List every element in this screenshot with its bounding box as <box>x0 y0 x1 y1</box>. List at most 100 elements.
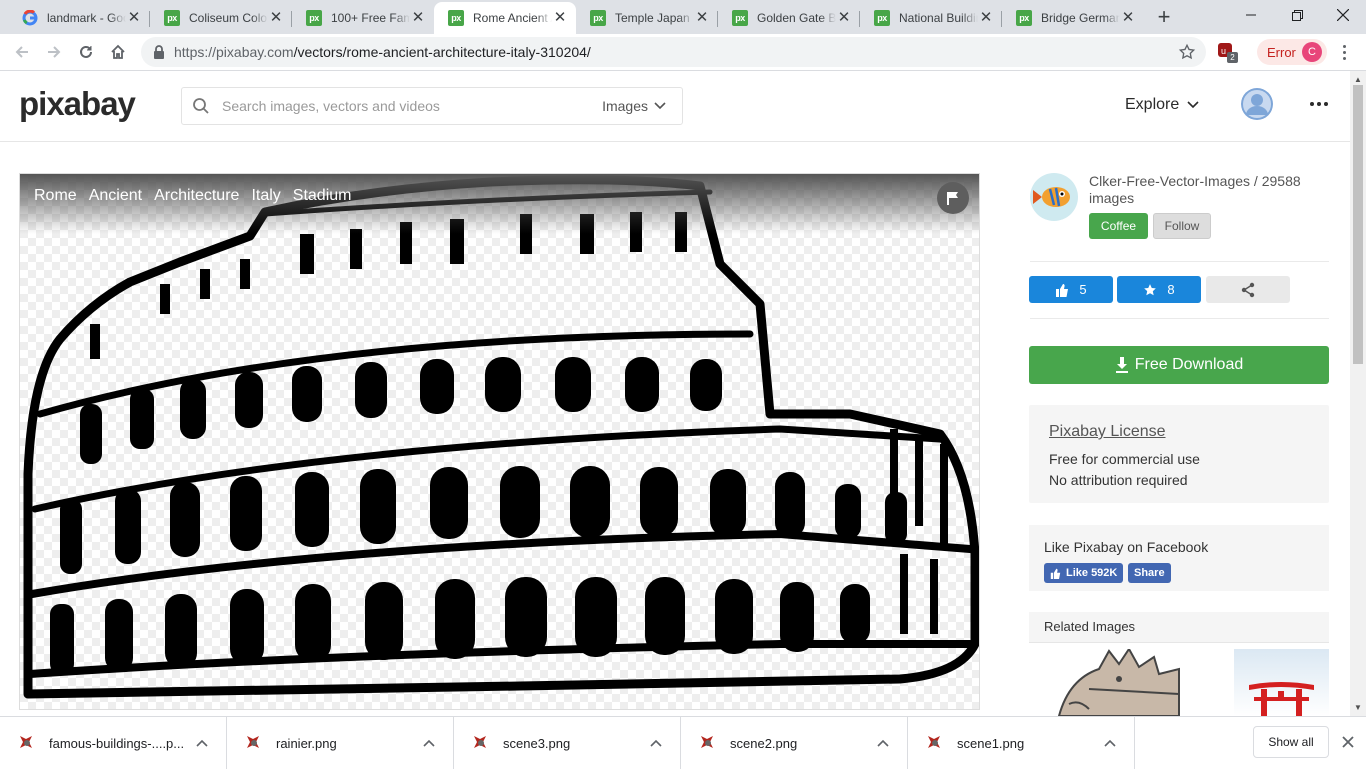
browser-tab[interactable]: px 100+ Free Famous ✕ <box>292 2 434 34</box>
browser-menu-icon[interactable] <box>1334 42 1354 62</box>
download-item[interactable]: scene2.png <box>681 717 908 769</box>
profile-error-button[interactable]: Error C <box>1257 39 1327 65</box>
related-title: Related Images <box>1044 619 1136 634</box>
close-tab-icon[interactable]: ✕ <box>126 10 142 26</box>
forward-icon[interactable] <box>42 40 66 64</box>
chevron-up-icon[interactable] <box>646 739 666 747</box>
related-image-thumbnail[interactable] <box>1234 649 1329 716</box>
pixabay-logo[interactable]: pixabay <box>19 85 136 123</box>
author-avatar[interactable] <box>1030 173 1078 221</box>
search-input[interactable] <box>222 96 582 116</box>
author-name[interactable]: Clker-Free-Vector-Images / 29588 images <box>1089 173 1329 207</box>
page-scrollbar[interactable]: ▲ ▼ <box>1350 71 1366 716</box>
scroll-down-icon[interactable]: ▼ <box>1354 703 1362 712</box>
explore-menu[interactable]: Explore <box>1125 96 1199 114</box>
close-tab-icon[interactable]: ✕ <box>978 10 994 26</box>
close-tab-icon[interactable]: ✕ <box>694 10 710 26</box>
scroll-up-icon[interactable]: ▲ <box>1354 75 1362 84</box>
pixabay-icon: px <box>732 10 748 26</box>
search-type-dropdown[interactable]: Images <box>602 98 666 114</box>
browser-tab[interactable]: px Coliseum Coloring ✕ <box>150 2 292 34</box>
download-shelf: famous-buildings-....p... rainier.png sc… <box>0 716 1366 769</box>
profile-status: Error <box>1267 44 1296 60</box>
tag-link[interactable]: Rome <box>34 187 77 205</box>
like-count: 5 <box>1079 282 1087 297</box>
google-icon <box>22 10 38 26</box>
follow-button[interactable]: Follow <box>1153 213 1211 239</box>
chevron-up-icon[interactable] <box>192 739 212 747</box>
tag-link[interactable]: Stadium <box>293 187 352 205</box>
facebook-share-button[interactable]: Share <box>1128 563 1171 583</box>
download-item[interactable]: scene3.png <box>454 717 681 769</box>
main-image[interactable]: Rome Ancient Architecture Italy Stadium <box>19 173 980 710</box>
browser-tab[interactable]: landmark - Google Search ✕ <box>8 2 150 34</box>
tag-link[interactable]: Ancient <box>89 187 142 205</box>
close-tab-icon[interactable]: ✕ <box>268 10 284 26</box>
bookmark-star-icon[interactable] <box>1178 43 1196 61</box>
image-file-icon <box>18 734 36 752</box>
share-button[interactable] <box>1206 276 1290 303</box>
download-item[interactable]: scene1.png <box>908 717 1135 769</box>
browser-tab[interactable]: px Bridge Germany ✕ <box>1002 2 1144 34</box>
report-flag-icon[interactable] <box>937 182 969 214</box>
facebook-title: Like Pixabay on Facebook <box>1044 539 1209 555</box>
pixabay-icon: px <box>306 10 322 26</box>
browser-tab-strip: landmark - Google Search ✕ px Coliseum C… <box>0 0 1366 34</box>
scrollbar-thumb[interactable] <box>1353 85 1363 364</box>
home-icon[interactable] <box>106 40 130 64</box>
chevron-up-icon[interactable] <box>1100 739 1120 747</box>
minimize-icon[interactable] <box>1228 0 1274 30</box>
image-tags: Rome Ancient Architecture Italy Stadium <box>34 187 351 205</box>
extension-icon[interactable]: u 2 <box>1218 43 1238 63</box>
search-type-label: Images <box>602 98 648 114</box>
facebook-like-button[interactable]: Like 592K <box>1044 563 1124 583</box>
license-link[interactable]: Pixabay License <box>1049 423 1166 441</box>
download-item[interactable]: rainier.png <box>227 717 454 769</box>
address-bar[interactable]: https://pixabay.com/vectors/rome-ancient… <box>141 37 1206 67</box>
browser-tab-active[interactable]: px Rome Ancient Architecture ✕ <box>434 2 576 34</box>
download-label: Free Download <box>1134 356 1244 373</box>
reload-icon[interactable] <box>74 40 98 64</box>
divider <box>1030 318 1329 319</box>
image-file-icon <box>926 734 944 752</box>
close-window-icon[interactable] <box>1320 0 1366 30</box>
license-line: Free for commercial use <box>1049 451 1200 467</box>
download-item[interactable]: famous-buildings-....p... <box>0 717 227 769</box>
browser-toolbar: https://pixabay.com/vectors/rome-ancient… <box>0 34 1366 71</box>
download-filename: scene1.png <box>957 735 1025 751</box>
close-tab-icon[interactable]: ✕ <box>410 10 426 26</box>
like-button[interactable]: 5 <box>1029 276 1113 303</box>
search-icon[interactable] <box>192 97 210 115</box>
more-options-icon[interactable] <box>1310 102 1328 106</box>
close-tab-icon[interactable]: ✕ <box>1120 10 1136 26</box>
browser-tab[interactable]: px Temple Japan ✕ <box>576 2 718 34</box>
favorite-button[interactable]: 8 <box>1117 276 1201 303</box>
related-image-thumbnail[interactable] <box>1029 649 1229 716</box>
tag-link[interactable]: Italy <box>251 187 280 205</box>
new-tab-icon[interactable]: + <box>1152 6 1176 30</box>
pixabay-icon: px <box>590 10 606 26</box>
back-icon[interactable] <box>10 40 34 64</box>
chevron-down-icon <box>1187 101 1199 109</box>
image-file-icon <box>472 734 490 752</box>
close-tab-icon[interactable]: ✕ <box>552 10 568 26</box>
coffee-button[interactable]: Coffee <box>1089 213 1148 239</box>
show-all-downloads-button[interactable]: Show all <box>1253 726 1329 758</box>
tab-title: landmark - Google Search <box>47 11 126 25</box>
colosseum-illustration <box>23 175 979 699</box>
chevron-up-icon[interactable] <box>419 739 439 747</box>
image-file-icon <box>245 734 263 752</box>
close-shelf-icon[interactable] <box>1339 733 1357 751</box>
user-avatar-icon[interactable] <box>1241 88 1273 120</box>
profile-avatar: C <box>1302 42 1322 62</box>
tag-link[interactable]: Architecture <box>154 187 239 205</box>
lock-icon[interactable] <box>153 45 165 59</box>
free-download-button[interactable]: Free Download <box>1029 346 1329 384</box>
browser-tab[interactable]: px National Building ✕ <box>860 2 1002 34</box>
close-tab-icon[interactable]: ✕ <box>836 10 852 26</box>
browser-tab[interactable]: px Golden Gate Bridge ✕ <box>718 2 860 34</box>
restore-icon[interactable] <box>1274 0 1320 30</box>
chevron-up-icon[interactable] <box>873 739 893 747</box>
pixabay-icon: px <box>448 10 464 26</box>
download-filename: scene3.png <box>503 735 571 751</box>
